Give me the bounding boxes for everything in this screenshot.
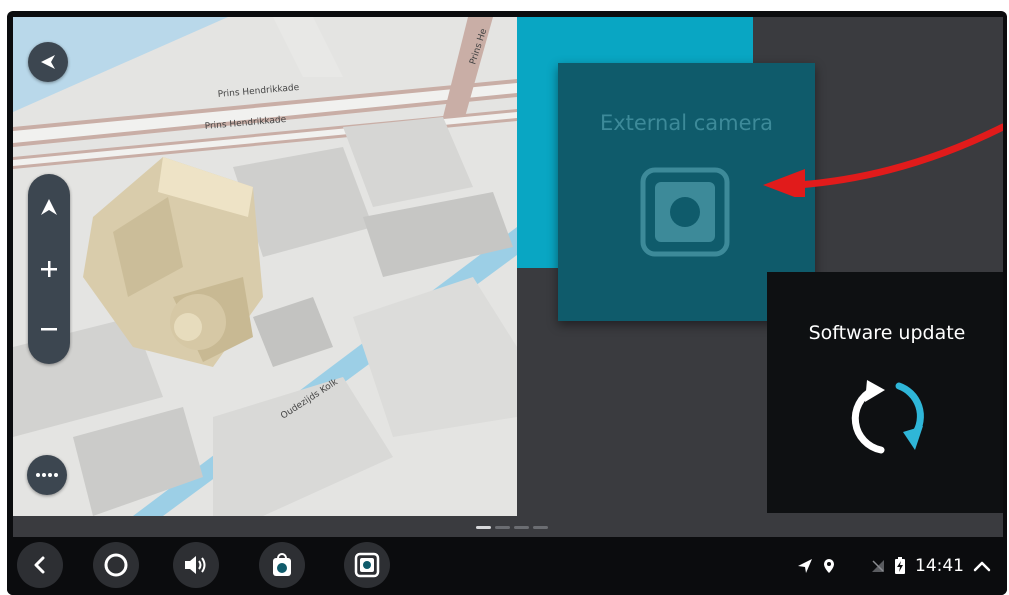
app-shortcut-button[interactable]	[259, 542, 305, 588]
red-arrow-annotation	[763, 123, 1003, 197]
camera-app-icon	[354, 552, 380, 578]
system-back-button[interactable]	[17, 542, 63, 588]
app-icon	[273, 553, 291, 576]
arrow-left-icon	[41, 55, 55, 69]
wifi-icon	[845, 563, 853, 572]
page-dot	[495, 526, 510, 529]
software-update-label: Software update	[808, 322, 966, 344]
more-dots-icon	[36, 473, 58, 477]
camera-app-button[interactable]	[344, 542, 390, 588]
device-frame: Prins Hendrikkade Prins Hendrikkade Oude…	[7, 11, 1007, 595]
home-icon	[104, 553, 128, 577]
page-dot	[514, 526, 529, 529]
software-update-tile[interactable]: Software update	[767, 272, 1003, 513]
plus-icon	[41, 261, 57, 277]
camera-icon	[640, 167, 730, 257]
zoom-out-button[interactable]	[28, 304, 70, 354]
page-indicator	[476, 526, 548, 529]
compass-arrow-icon	[41, 199, 57, 215]
location-icon	[824, 559, 834, 573]
system-bottom-bar: 14:41	[7, 538, 1007, 595]
page-dot	[533, 526, 548, 529]
battery-icon	[895, 557, 905, 574]
back-icon	[34, 556, 45, 574]
clock: 14:41	[915, 556, 964, 576]
chevron-up-icon[interactable]	[973, 560, 991, 572]
status-area: 14:41	[796, 553, 991, 579]
compass-button[interactable]	[28, 182, 70, 232]
refresh-icon	[851, 380, 924, 454]
system-home-button[interactable]	[93, 542, 139, 588]
signal-icon	[872, 560, 884, 572]
zoom-in-button[interactable]	[28, 244, 70, 294]
page-dot-active	[476, 526, 491, 529]
map-view[interactable]: Prins Hendrikkade Prins Hendrikkade Oude…	[13, 17, 517, 516]
zoom-controls	[28, 174, 70, 364]
minus-icon	[41, 328, 57, 331]
map-back-button[interactable]	[28, 42, 68, 82]
volume-icon	[185, 556, 206, 574]
navigation-arrow-icon	[798, 559, 812, 573]
more-options-button[interactable]	[27, 455, 67, 495]
volume-button[interactable]	[173, 542, 219, 588]
screen: Prins Hendrikkade Prins Hendrikkade Oude…	[13, 17, 1003, 537]
